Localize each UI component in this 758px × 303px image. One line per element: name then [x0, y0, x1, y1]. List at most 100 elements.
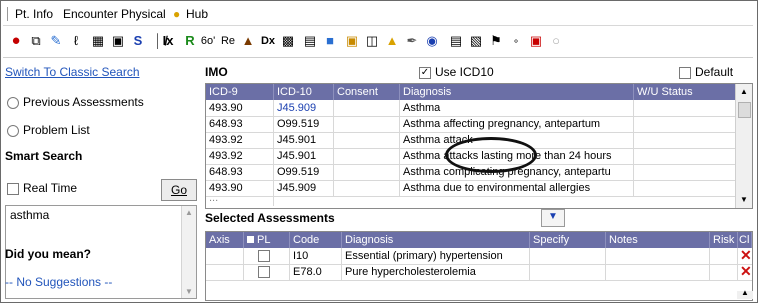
cell-diagnosis: Asthma affecting pregnancy, antepartum — [400, 116, 634, 132]
attach-icon[interactable]: ✒ — [403, 32, 421, 50]
chevron-down-icon[interactable]: ▼ — [541, 209, 565, 227]
column-header-icd9[interactable]: ICD-9 — [206, 84, 274, 100]
column-header-cl[interactable]: Cl — [738, 232, 752, 248]
vitals-icon[interactable]: 6o' — [199, 32, 217, 50]
disabled-icon: ○ — [552, 33, 560, 48]
previous-assessments-label: Previous Assessments — [23, 95, 144, 109]
imaging-icon[interactable]: ▩ — [279, 32, 297, 50]
cell-code: I10 — [290, 248, 342, 264]
cell-specify[interactable] — [530, 264, 606, 280]
scroll-down-icon[interactable]: ▼ — [736, 192, 752, 208]
default-checkbox[interactable] — [679, 67, 691, 79]
cell-icd9: 493.90 — [206, 100, 274, 116]
column-header-pl[interactable]: PL — [244, 232, 290, 248]
cell-consent — [334, 180, 400, 196]
procedure-icon[interactable]: ▲ — [239, 32, 257, 50]
scroll-thumb[interactable] — [738, 102, 751, 118]
alert-icon[interactable]: ● — [7, 32, 25, 50]
switch-classic-search-link[interactable]: Switch To Classic Search — [5, 65, 140, 79]
no-suggestions-text: -- No Suggestions -- — [5, 275, 113, 289]
problem-list-radio[interactable] — [7, 125, 19, 137]
selected-scroll-up-icon[interactable]: ▲ — [737, 288, 753, 299]
cell-pl — [244, 248, 290, 264]
cell-notes[interactable] — [606, 248, 710, 264]
cell-icd10: J45.909 — [274, 180, 334, 196]
document-icon[interactable]: ▣ — [343, 32, 361, 50]
summary-icon[interactable]: S — [129, 32, 147, 50]
remove-icon[interactable]: ✕ — [740, 247, 752, 264]
previous-assessments-radio[interactable] — [7, 97, 19, 109]
menu-pt-info[interactable]: Pt. Info — [15, 7, 53, 21]
copy-icon[interactable]: ⧉ — [27, 32, 45, 50]
column-header-consent[interactable]: Consent — [334, 84, 400, 100]
cell-status — [634, 180, 736, 196]
use-icd10-checkbox[interactable]: ✓ — [419, 67, 431, 79]
table-row[interactable]: 493.90 J45.909 Asthma due to environmental… — [206, 180, 736, 197]
selected-row[interactable]: E78.0 Pure hypercholesterolemia ✕ — [206, 263, 752, 281]
problem-list-checkbox[interactable] — [258, 266, 270, 278]
table-row[interactable]: 493.90 J45.909 Asthma — [206, 100, 736, 117]
cell-consent — [334, 164, 400, 180]
menu-hub[interactable]: Hub — [186, 7, 208, 21]
problem-list-checkbox[interactable] — [258, 250, 270, 262]
column-header-code[interactable]: Code — [290, 232, 342, 248]
menu-physical[interactable]: Physical — [121, 7, 166, 21]
column-header-icd10[interactable]: ICD-10 — [274, 84, 334, 100]
table-row[interactable]: 648.93 O99.519 Asthma affecting pregnancy,… — [206, 116, 736, 133]
edit-icon[interactable]: ✎ — [47, 32, 65, 50]
eligibility-icon[interactable]: ⚬ — [507, 32, 525, 50]
column-header-diagnosis[interactable]: Diagnosis — [342, 232, 530, 248]
flag-icon[interactable]: ⚑ — [487, 32, 505, 50]
left-panel: Switch To Classic Search Previous Assess… — [5, 59, 197, 299]
column-header-specify[interactable]: Specify — [530, 232, 606, 248]
lab-icon[interactable]: ▣ — [109, 32, 127, 50]
scroll-up-icon[interactable]: ▲ — [736, 84, 752, 100]
ix-icon[interactable]: I̸x — [159, 32, 177, 50]
menu-bar: Pt. Info Encounter Physical ● Hub — [3, 3, 753, 26]
notification-icon[interactable]: ▲ — [383, 32, 401, 50]
browser-icon[interactable]: ◉ — [423, 32, 441, 50]
selected-row[interactable]: I10 Essential (primary) hypertension ✕ — [206, 247, 752, 265]
sign-icon[interactable]: ℓ — [67, 32, 85, 50]
referral-icon[interactable]: ■ — [321, 32, 339, 50]
cell-icd9: 493.92 — [206, 132, 274, 148]
scan-icon[interactable]: ◫ — [363, 32, 381, 50]
flowsheet-icon[interactable]: ▦ — [89, 32, 107, 50]
cell-status — [634, 148, 736, 164]
remove-icon[interactable]: ✕ — [740, 263, 752, 280]
real-time-checkbox[interactable] — [7, 183, 19, 195]
rx-icon[interactable]: Re — [219, 32, 237, 50]
refill-icon[interactable]: R — [181, 32, 199, 50]
cell-icd9: 493.92 — [206, 148, 274, 164]
cell-status — [634, 132, 736, 148]
cell-icd10: J45.909 — [274, 100, 334, 116]
menu-encounter[interactable]: Encounter — [63, 7, 118, 21]
search-scrollbar[interactable]: ▲ ▼ — [181, 206, 196, 298]
cell-diagnosis: Pure hypercholesterolemia — [342, 264, 530, 280]
column-header-risk[interactable]: Risk — [710, 232, 738, 248]
main-panel: IMO ✓ Use ICD10 Default ICD-9 ICD-10 Con… — [201, 59, 755, 301]
cell-status — [634, 116, 736, 132]
billing-icon[interactable]: ▣ — [527, 32, 545, 50]
cell-notes[interactable] — [606, 264, 710, 280]
column-header-notes[interactable]: Notes — [606, 232, 710, 248]
column-header-wu-status[interactable]: W/U Status — [634, 84, 736, 100]
go-button[interactable]: Go — [161, 179, 197, 201]
cell-diagnosis: Essential (primary) hypertension — [342, 248, 530, 264]
orders-icon[interactable]: ▤ — [301, 32, 319, 50]
table-row-partial: ... — [206, 190, 736, 208]
imo-scrollbar[interactable]: ▲ ▼ — [735, 84, 752, 208]
cell-specify[interactable] — [530, 248, 606, 264]
chart-icon[interactable]: ▧ — [467, 32, 485, 50]
cell-diagnosis: Asthma — [400, 100, 634, 116]
report-icon[interactable]: ▤ — [447, 32, 465, 50]
select-all-checkbox[interactable] — [247, 236, 254, 243]
cell-pl — [244, 264, 290, 280]
column-header-axis[interactable]: Axis — [206, 232, 244, 248]
scroll-up-icon: ▲ — [185, 208, 193, 217]
cell-consent — [334, 116, 400, 132]
diagnosis-icon[interactable]: Dx — [259, 32, 277, 50]
imo-heading: IMO — [205, 65, 228, 79]
cell-axis — [206, 248, 244, 264]
column-header-diagnosis[interactable]: Diagnosis — [400, 84, 634, 100]
